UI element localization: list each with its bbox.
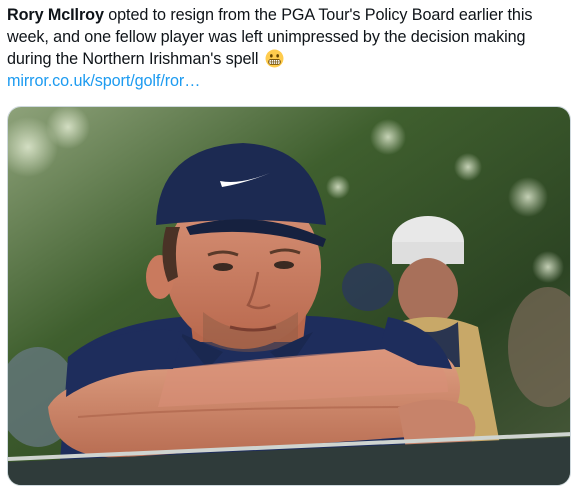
grimacing-face-icon — [265, 49, 284, 68]
background-head — [342, 263, 394, 311]
tweet-text: Rory McIlroy opted to resign from the PG… — [7, 4, 569, 92]
author-mention[interactable]: Rory McIlroy — [7, 6, 104, 24]
tweet-photo[interactable] — [7, 106, 571, 486]
article-link[interactable]: mirror.co.uk/sport/golf/ror… — [7, 72, 200, 90]
